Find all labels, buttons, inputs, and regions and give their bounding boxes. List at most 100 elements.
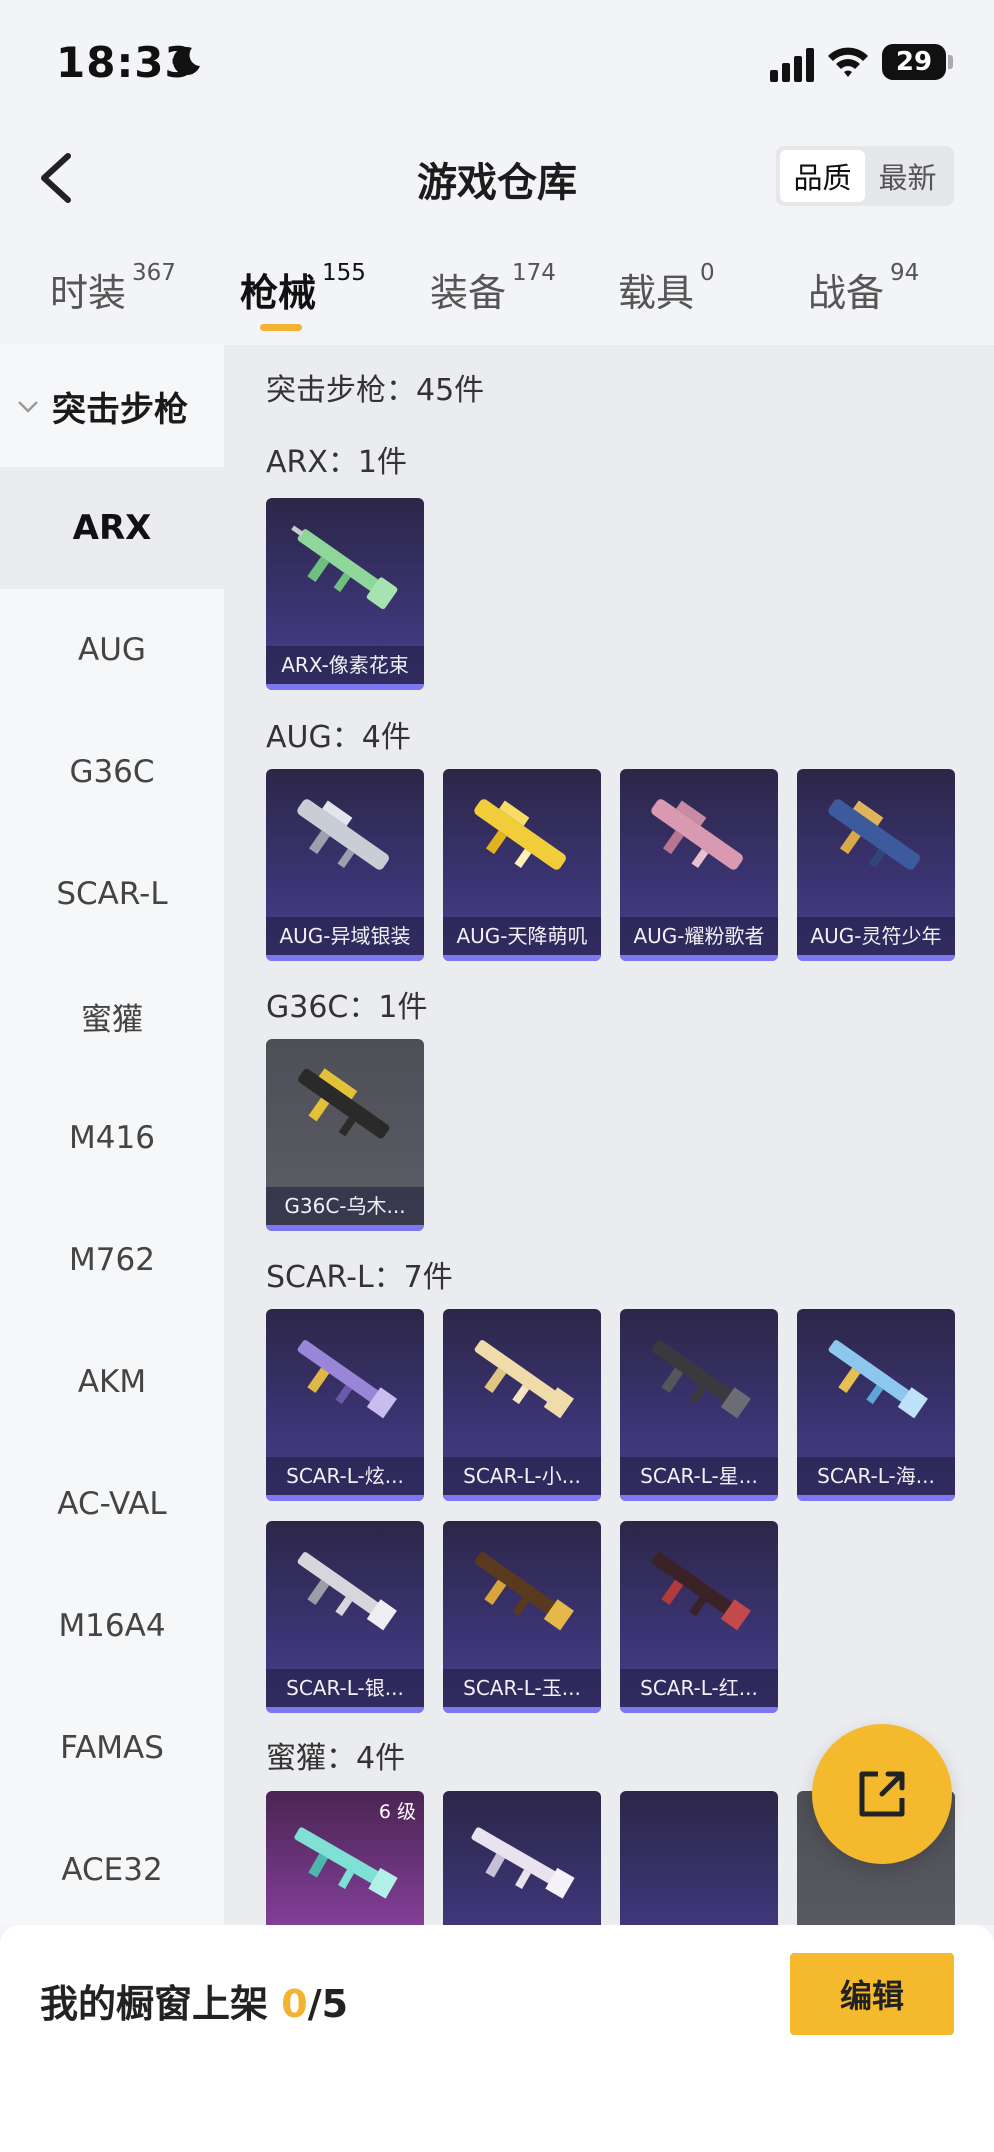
rifle-skin-icon (474, 1552, 574, 1631)
sort-quality-button[interactable]: 品质 (780, 150, 865, 202)
tab-label: 载具 (618, 271, 695, 315)
shelf-total-count: /5 (307, 1982, 349, 2026)
item-card[interactable]: ARX-像素花束 (266, 498, 424, 690)
item-card[interactable]: AUG-灵符少年 (797, 769, 955, 961)
section-label-arx: ARX：1件 (266, 445, 408, 480)
item-card[interactable]: SCAR-L-炫... (266, 1309, 424, 1501)
sidebar-item-ac-val[interactable]: AC-VAL (0, 1443, 224, 1565)
rarity-bar (620, 955, 778, 961)
rifle-skin-icon (474, 799, 566, 870)
tab-active-indicator (260, 324, 302, 331)
rifle-skin-icon (828, 799, 920, 870)
item-name: SCAR-L-炫... (266, 1457, 424, 1495)
sidebar-item-m16a4[interactable]: M16A4 (0, 1565, 224, 1687)
item-card[interactable]: AUG-耀粉歌者 (620, 769, 778, 961)
rarity-bar (266, 1225, 424, 1231)
share-button[interactable] (812, 1724, 952, 1864)
item-name: ARX-像素花束 (266, 646, 424, 684)
battery-tip (948, 55, 953, 69)
item-name: SCAR-L-红... (620, 1669, 778, 1707)
sidebar-item-m416[interactable]: M416 (0, 1077, 224, 1199)
rifle-skin-icon (297, 799, 389, 870)
rarity-bar (797, 955, 955, 961)
item-card[interactable]: AUG-天降萌叽 (443, 769, 601, 961)
item-name: SCAR-L-海... (797, 1457, 955, 1495)
rarity-bar (266, 1495, 424, 1501)
sidebar-group-header[interactable]: 突击步枪 (0, 345, 224, 467)
sidebar-item-arx[interactable]: ARX (0, 467, 224, 589)
sidebar-item-akm[interactable]: AKM (0, 1321, 224, 1443)
tab-count: 155 (322, 260, 366, 286)
rifle-skin-icon (291, 525, 398, 609)
item-name: AUG-灵符少年 (797, 917, 955, 955)
rifle-skin-icon (294, 1827, 398, 1899)
item-card[interactable]: SCAR-L-星... (620, 1309, 778, 1501)
item-card[interactable] (443, 1791, 601, 1925)
sidebar-item-famas[interactable]: FAMAS (0, 1687, 224, 1809)
section-label-honey-badger: 蜜獾：4件 (266, 1741, 406, 1776)
chevron-down-icon (18, 401, 38, 413)
rifle-skin-icon (297, 1552, 397, 1631)
signal-icon (770, 48, 814, 82)
item-name: AUG-天降萌叽 (443, 917, 601, 955)
rarity-bar (620, 1707, 778, 1713)
section-label-aug: AUG：4件 (266, 720, 411, 755)
section-label-scar-l: SCAR-L：7件 (266, 1260, 453, 1295)
tab-firearms[interactable]: 枪械 155 (240, 260, 366, 317)
rifle-skin-icon (297, 1340, 397, 1419)
tab-count: 174 (512, 260, 556, 286)
rifle-skin-icon (651, 1340, 751, 1419)
sidebar-item-scar-l[interactable]: SCAR-L (0, 833, 224, 955)
item-card[interactable]: SCAR-L-红... (620, 1521, 778, 1713)
tab-count: 0 (700, 260, 715, 286)
bottom-bar: 我的橱窗上架 0/5 编辑 (0, 1925, 994, 2152)
rarity-bar (266, 684, 424, 690)
sort-newest-button[interactable]: 最新 (865, 150, 950, 202)
sidebar-item-m762[interactable]: M762 (0, 1199, 224, 1321)
status-bar: 18:33 29 (0, 0, 994, 120)
item-name: SCAR-L-玉... (443, 1669, 601, 1707)
section-label-g36c: G36C：1件 (266, 990, 428, 1025)
sidebar-item-honey-badger[interactable]: 蜜獾 (0, 955, 224, 1077)
rarity-bar (266, 1707, 424, 1713)
edit-button[interactable]: 编辑 (790, 1953, 954, 2035)
tab-gear[interactable]: 战备 94 (808, 260, 919, 317)
sidebar-item-ace32[interactable]: ACE32 (0, 1809, 224, 1931)
sidebar-item-g36c[interactable]: G36C (0, 711, 224, 833)
rifle-skin-icon (828, 1340, 928, 1419)
item-card[interactable]: G36C-乌木... (266, 1039, 424, 1231)
rarity-bar (443, 1495, 601, 1501)
item-name: SCAR-L-银... (266, 1669, 424, 1707)
tab-equipment[interactable]: 装备 174 (430, 260, 556, 317)
category-tabs: 时装 367 枪械 155 装备 174 载具 0 战备 94 (0, 250, 994, 340)
rifle-skin-icon (474, 1340, 574, 1419)
shelf-status: 我的橱窗上架 0/5 (40, 1973, 348, 2028)
sidebar: 突击步枪 ARX AUG G36C SCAR-L 蜜獾 M416 M762 AK… (0, 345, 224, 1925)
tab-vehicles[interactable]: 载具 0 (618, 260, 715, 317)
rarity-bar (443, 1707, 601, 1713)
rarity-bar (797, 1495, 955, 1501)
shelf-used-count: 0 (281, 1982, 308, 2026)
rifle-skin-icon (298, 1068, 390, 1139)
shelf-label: 我的橱窗上架 (40, 1982, 282, 2026)
sidebar-group-label: 突击步枪 (52, 389, 188, 430)
tab-label: 装备 (430, 271, 507, 315)
sidebar-item-aug[interactable]: AUG (0, 589, 224, 711)
header: 游戏仓库 品质 最新 (0, 130, 994, 220)
item-card[interactable]: SCAR-L-海... (797, 1309, 955, 1501)
item-card[interactable]: SCAR-L-银... (266, 1521, 424, 1713)
total-count-label: 突击步枪：45件 (266, 373, 485, 408)
rifle-skin-icon (651, 1552, 751, 1631)
item-name: G36C-乌木... (266, 1187, 424, 1225)
item-card[interactable]: SCAR-L-小... (443, 1309, 601, 1501)
tab-label: 枪械 (240, 271, 317, 315)
rifle-skin-icon (651, 799, 743, 870)
battery-icon: 29 (882, 44, 946, 80)
item-card[interactable] (620, 1791, 778, 1925)
item-name: SCAR-L-星... (620, 1457, 778, 1495)
tab-label: 时装 (50, 271, 127, 315)
item-card[interactable]: SCAR-L-玉... (443, 1521, 601, 1713)
item-card[interactable]: 6 级 (266, 1791, 424, 1925)
tab-fashion[interactable]: 时装 367 (50, 260, 176, 317)
item-card[interactable]: AUG-异域银装 (266, 769, 424, 961)
